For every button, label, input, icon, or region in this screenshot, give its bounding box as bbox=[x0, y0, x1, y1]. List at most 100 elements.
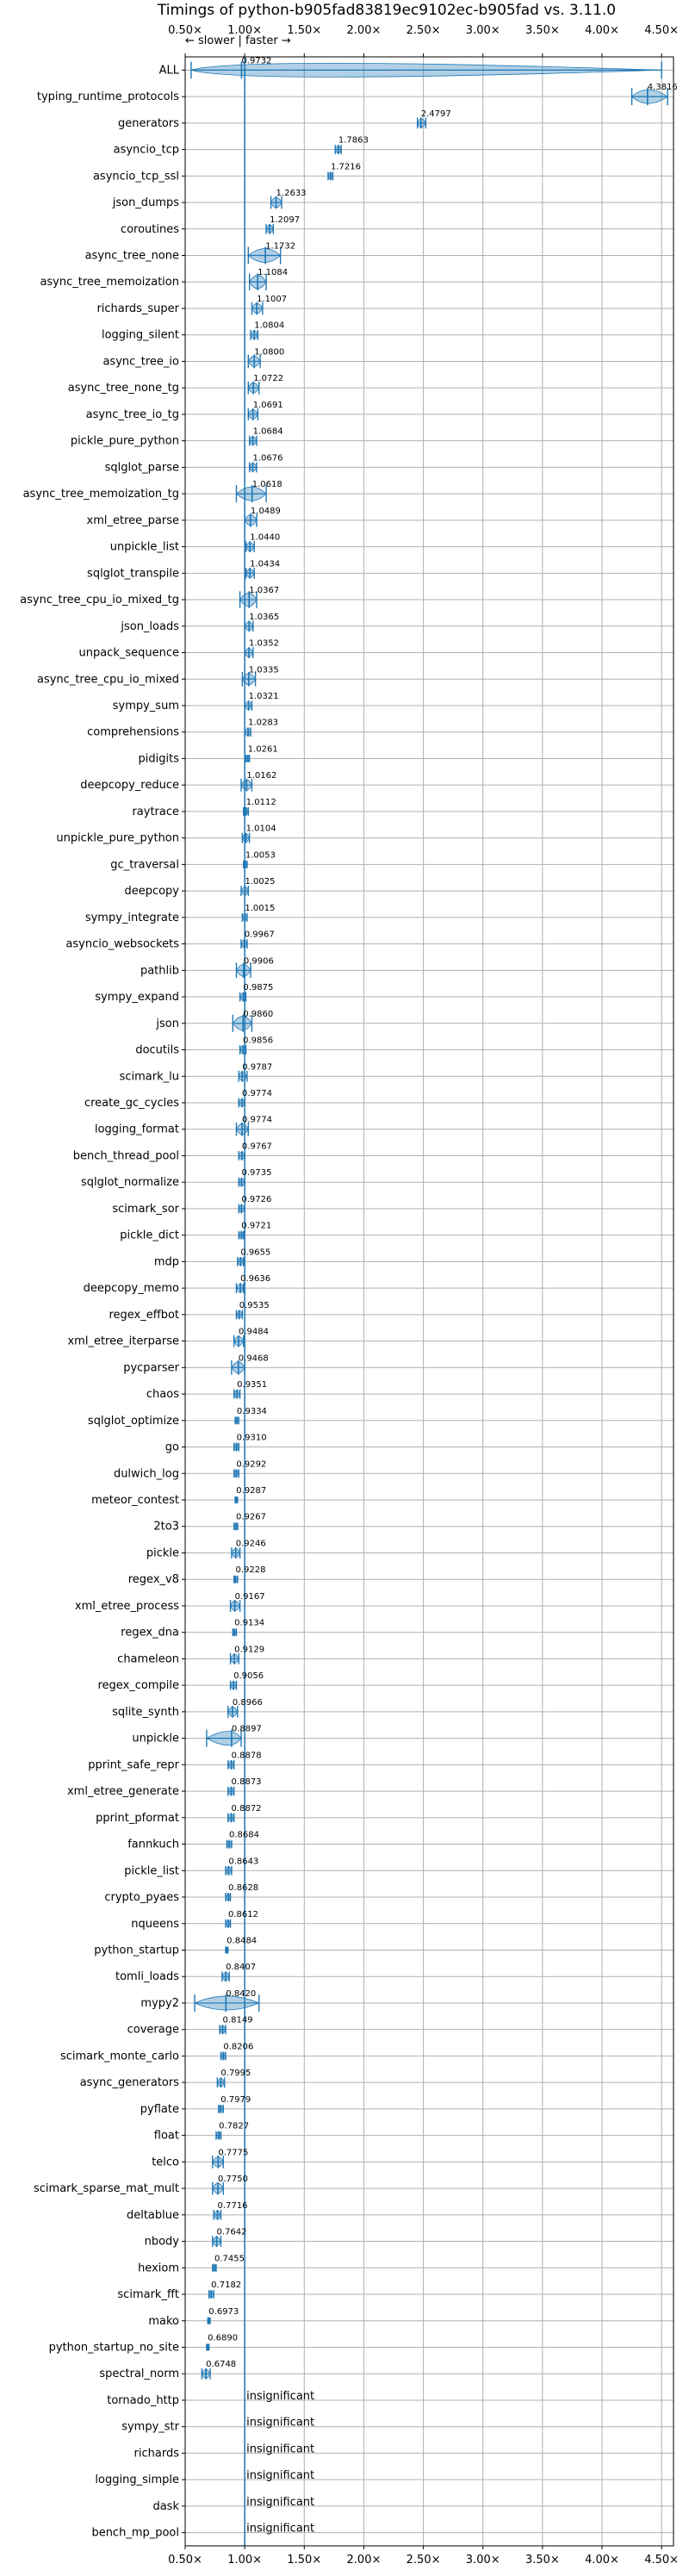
value-label: 1.0352 bbox=[249, 639, 279, 649]
benchmark-label: regex_effbot bbox=[109, 1309, 179, 1322]
insignificant-label: insignificant bbox=[246, 2523, 314, 2536]
benchmark-label: bench_thread_pool bbox=[73, 1149, 179, 1162]
benchmark-label: deepcopy bbox=[124, 885, 179, 898]
value-label: 1.0691 bbox=[253, 401, 283, 410]
benchmark-label: pathlib bbox=[140, 964, 179, 977]
benchmark-label: async_tree_cpu_io_mixed bbox=[37, 673, 179, 686]
value-label: 1.0489 bbox=[251, 507, 281, 516]
value-label: 1.0321 bbox=[249, 692, 279, 701]
bottom-tick-label: 4.00× bbox=[585, 2554, 619, 2567]
value-label: 0.8897 bbox=[232, 1725, 262, 1734]
value-label: 0.9967 bbox=[245, 930, 275, 940]
benchmark-label: pprint_safe_repr bbox=[88, 1758, 179, 1771]
benchmark-label: xml_etree_parse bbox=[87, 514, 179, 527]
value-label: 0.9787 bbox=[242, 1062, 272, 1072]
value-label: 1.1007 bbox=[257, 295, 287, 304]
value-label: 0.9310 bbox=[237, 1434, 267, 1443]
insignificant-label: insignificant bbox=[246, 2417, 314, 2430]
benchmark-label: pickle_dict bbox=[120, 1229, 179, 1242]
benchmark-label: async_tree_io bbox=[102, 355, 179, 368]
benchmark-label: sympy_integrate bbox=[85, 912, 179, 924]
top-tick-label: 1.50× bbox=[287, 24, 321, 37]
benchmark-label: logging_silent bbox=[102, 329, 179, 342]
value-label: 0.9535 bbox=[239, 1301, 270, 1310]
value-label: 1.0162 bbox=[246, 771, 276, 781]
benchmark-label: sympy_str bbox=[121, 2421, 179, 2434]
benchmark-label: async_tree_none bbox=[85, 250, 179, 263]
value-label: 1.0053 bbox=[245, 850, 276, 860]
value-label: 1.0365 bbox=[249, 613, 279, 622]
benchmark-label: pidigits bbox=[139, 752, 180, 765]
benchmark-label: asyncio_websockets bbox=[65, 938, 179, 951]
value-label: 0.8149 bbox=[223, 2016, 253, 2025]
benchmark-label: sympy_sum bbox=[113, 700, 179, 712]
benchmark-label: sqlglot_normalize bbox=[81, 1176, 179, 1189]
benchmark-label: pyflate bbox=[140, 2103, 179, 2116]
benchmark-label: ALL bbox=[159, 64, 180, 77]
benchmark-label: asyncio_tcp_ssl bbox=[93, 170, 179, 183]
benchmark-label: docutils bbox=[135, 1044, 179, 1057]
benchmark-label: create_gc_cycles bbox=[84, 1097, 179, 1110]
benchmark-label: scimark_sparse_mat_mult bbox=[34, 2182, 179, 2195]
insignificant-label: insignificant bbox=[246, 2496, 314, 2509]
benchmark-label: unpickle_list bbox=[110, 541, 179, 554]
benchmark-label: pycparser bbox=[123, 1361, 179, 1374]
value-label: 0.8420 bbox=[226, 1989, 256, 1999]
benchmark-label: bench_mp_pool bbox=[91, 2527, 179, 2540]
value-label: 0.9246 bbox=[236, 1539, 266, 1548]
value-label: 1.0618 bbox=[252, 480, 282, 489]
benchmark-label: tomli_loads bbox=[115, 1970, 179, 1983]
benchmark-label: json bbox=[155, 1017, 179, 1030]
benchmark-label: crypto_pyaes bbox=[104, 1891, 179, 1904]
value-label: 0.9292 bbox=[236, 1459, 266, 1469]
benchmark-label: pickle_pure_python bbox=[71, 435, 179, 448]
value-label: 1.0440 bbox=[250, 533, 280, 543]
value-label: 0.9167 bbox=[235, 1592, 265, 1602]
value-label: 1.0112 bbox=[246, 798, 276, 807]
benchmark-label: regex_dna bbox=[121, 1627, 179, 1640]
value-label: 1.0335 bbox=[249, 665, 279, 675]
value-label: 0.9267 bbox=[236, 1513, 266, 1522]
value-label: 0.7182 bbox=[211, 2280, 241, 2290]
value-label: 0.8612 bbox=[228, 1910, 258, 1920]
benchmark-label: unpickle_pure_python bbox=[56, 832, 179, 845]
benchmark-label: mypy2 bbox=[140, 1997, 179, 2010]
value-label: 0.9484 bbox=[239, 1328, 269, 1337]
value-label: 0.8407 bbox=[226, 1963, 256, 1972]
top-tick-label: 2.00× bbox=[347, 24, 382, 37]
benchmark-label: async_tree_io_tg bbox=[86, 408, 179, 421]
benchmark-label: chaos bbox=[146, 1388, 179, 1401]
value-label: 0.9774 bbox=[242, 1116, 272, 1125]
value-label: 0.7750 bbox=[218, 2175, 248, 2184]
value-label: 0.9636 bbox=[240, 1274, 270, 1284]
benchmark-label: coverage bbox=[127, 2024, 179, 2037]
value-label: 0.9726 bbox=[241, 1195, 271, 1204]
value-label: 1.0261 bbox=[248, 744, 278, 754]
benchmark-label: go bbox=[165, 1441, 179, 1454]
value-label: 1.0434 bbox=[250, 559, 280, 569]
benchmark-label: sympy_expand bbox=[95, 991, 179, 1004]
value-label: 0.9056 bbox=[233, 1671, 264, 1681]
benchmark-label: async_tree_memoization_tg bbox=[23, 488, 179, 501]
benchmark-label: deepcopy_memo bbox=[84, 1282, 179, 1295]
value-label: 0.9875 bbox=[243, 983, 273, 992]
value-label: 0.9906 bbox=[244, 956, 274, 966]
benchmark-label: gc_traversal bbox=[110, 858, 179, 871]
value-label: 0.9351 bbox=[237, 1380, 267, 1390]
benchmark-label: sqlglot_parse bbox=[105, 461, 179, 474]
benchmark-label: comprehensions bbox=[87, 726, 179, 739]
benchmark-label: pickle bbox=[146, 1546, 179, 1559]
insignificant-label: insignificant bbox=[246, 2442, 314, 2455]
benchmark-label: logging_format bbox=[95, 1123, 179, 1136]
chart-title: Timings of python-b905fad83819ec9102ec-b… bbox=[157, 2, 616, 19]
insignificant-label: insignificant bbox=[246, 2390, 314, 2403]
value-label: 0.9732 bbox=[241, 56, 271, 65]
benchmark-label: unpack_sequence bbox=[78, 647, 179, 660]
value-label: 0.9468 bbox=[239, 1353, 269, 1363]
value-label: 0.9735 bbox=[241, 1168, 271, 1178]
value-label: 1.0800 bbox=[254, 347, 284, 357]
benchmark-label: async_tree_cpu_io_mixed_tg bbox=[20, 594, 179, 607]
top-tick-label: 3.50× bbox=[525, 24, 560, 37]
value-label: 1.1732 bbox=[265, 242, 295, 252]
value-label: 0.9767 bbox=[242, 1142, 272, 1151]
